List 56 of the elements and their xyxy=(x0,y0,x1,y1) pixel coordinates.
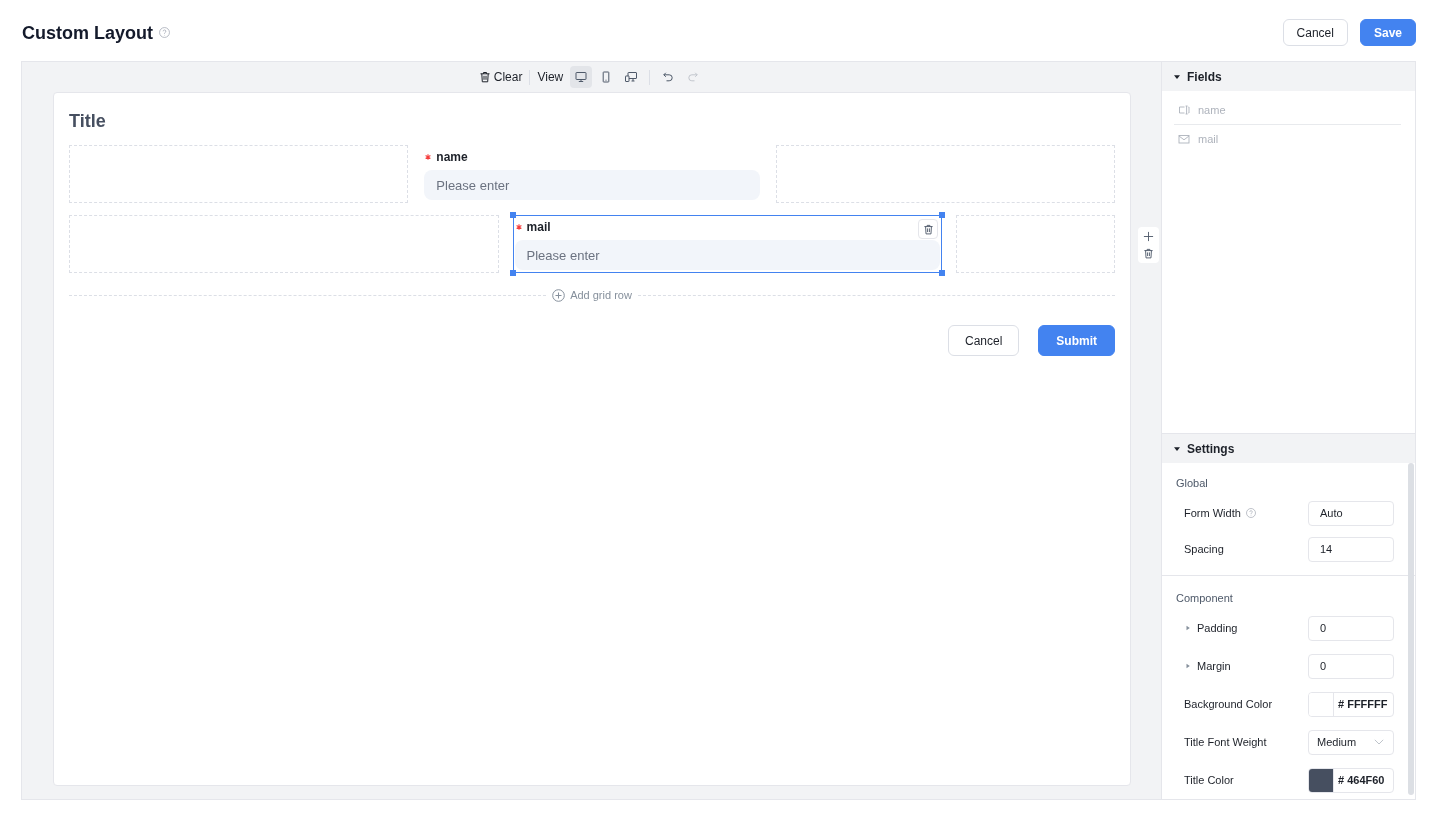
setting-label: Form Width xyxy=(1184,507,1241,519)
page-title: Custom Layout xyxy=(22,21,153,45)
submit-button[interactable]: Submit xyxy=(1038,325,1115,356)
envelope-icon xyxy=(1178,133,1190,145)
monitor-icon xyxy=(575,71,588,83)
field-label: name xyxy=(436,149,468,164)
plus-circle-icon xyxy=(552,288,566,302)
text-input[interactable]: Please enter xyxy=(424,170,760,200)
text-input[interactable]: Auto xyxy=(1308,500,1394,526)
color-swatch-icon[interactable] xyxy=(1309,692,1334,716)
color-field[interactable]: # FFFFFF xyxy=(1308,691,1394,717)
redo-icon xyxy=(687,71,700,83)
setting-label: Margin xyxy=(1197,660,1231,672)
trash-icon xyxy=(1143,248,1154,259)
select-field[interactable]: Medium xyxy=(1308,729,1394,755)
caret-right-icon[interactable] xyxy=(1185,663,1191,669)
section-header[interactable]: Settings xyxy=(1162,434,1415,463)
field-label: mail xyxy=(526,219,551,234)
resize-handle-icon[interactable] xyxy=(509,270,516,276)
color-swatch-icon[interactable] xyxy=(1309,768,1334,792)
setting-label: Background Color xyxy=(1184,698,1273,710)
delete-field-button[interactable] xyxy=(918,219,939,239)
monitor-phone-icon xyxy=(625,71,638,83)
text-input[interactable]: 0 xyxy=(1308,615,1394,641)
form-field[interactable]: mail Please enter xyxy=(512,215,943,273)
section-header[interactable]: Fields xyxy=(1162,62,1415,91)
setting-label: Padding xyxy=(1197,622,1238,634)
form-field[interactable]: name Please enter xyxy=(422,145,762,203)
setting-label: Title Color xyxy=(1184,774,1234,786)
color-field[interactable]: # 464F60 xyxy=(1308,767,1394,793)
undo-icon xyxy=(662,71,675,83)
trash-icon xyxy=(922,223,934,235)
caret-right-icon[interactable] xyxy=(1185,625,1191,631)
group-title: Component xyxy=(1176,591,1234,606)
resize-handle-icon[interactable] xyxy=(939,270,946,276)
cancel-button[interactable]: Cancel xyxy=(1282,19,1348,46)
resize-handle-icon[interactable] xyxy=(509,212,516,218)
text-field-icon xyxy=(1178,103,1190,116)
trash-icon xyxy=(478,71,491,83)
text-input[interactable]: 0 xyxy=(1308,653,1394,679)
setting-label: Title Font Weight xyxy=(1184,736,1267,748)
resize-handle-icon[interactable] xyxy=(939,212,946,218)
group-title: Global xyxy=(1176,476,1209,491)
setting-label: Spacing xyxy=(1184,543,1224,555)
view-label: View xyxy=(537,70,564,84)
form-title: Title xyxy=(69,110,107,133)
cancel-button[interactable]: Cancel xyxy=(947,325,1020,356)
save-button[interactable]: Save xyxy=(1359,19,1416,46)
text-input[interactable]: Please enter xyxy=(514,240,941,270)
help-icon xyxy=(159,27,170,38)
text-input[interactable]: 14 xyxy=(1308,536,1394,562)
scrollbar-thumb[interactable] xyxy=(1408,463,1414,795)
chevron-down-icon xyxy=(1374,739,1384,745)
view-mode-button[interactable] xyxy=(570,66,593,88)
clear-button[interactable]: Clear xyxy=(478,66,523,88)
plus-icon xyxy=(1143,231,1154,242)
